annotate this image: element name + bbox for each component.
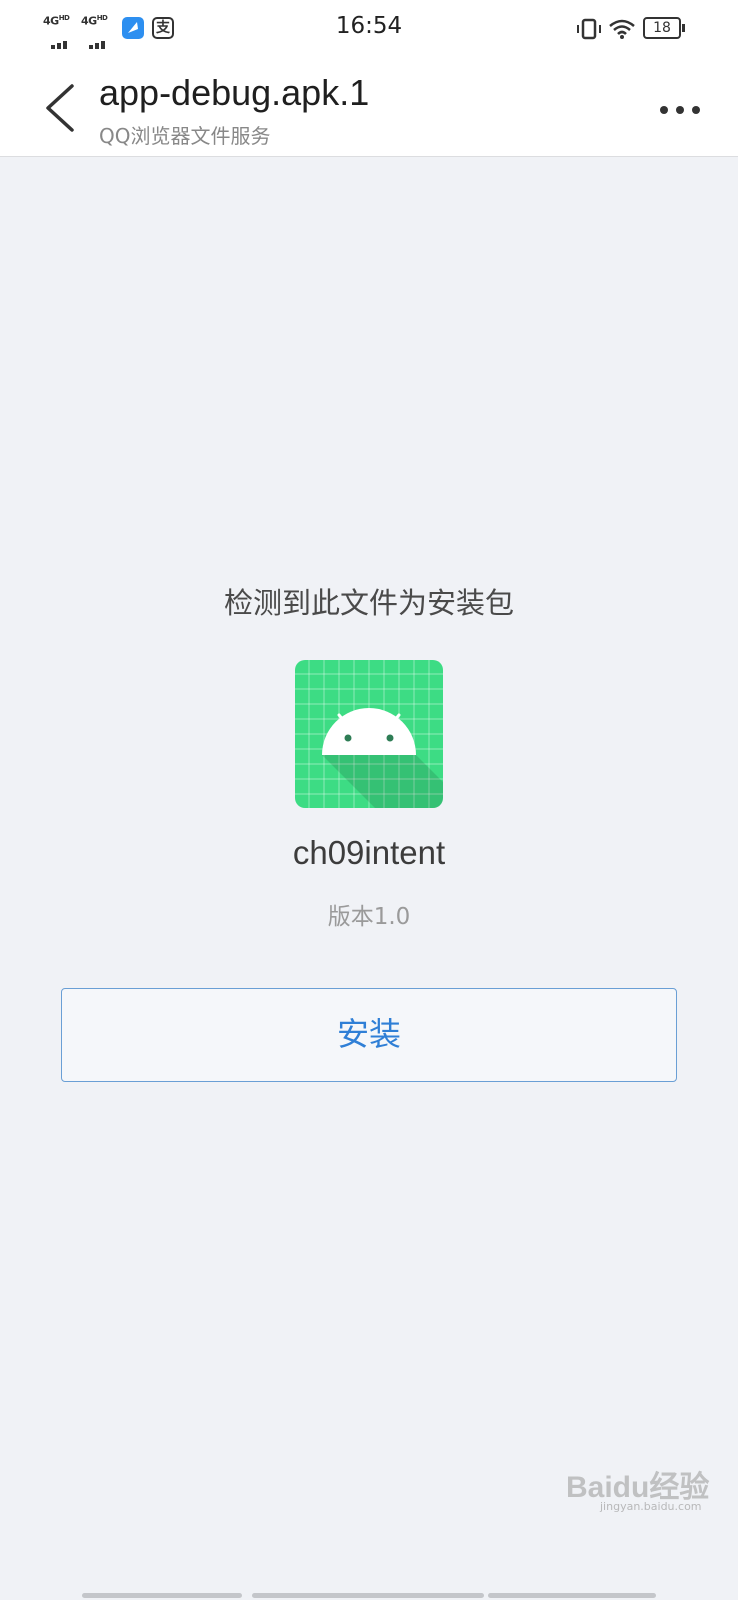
more-options-icon[interactable] xyxy=(656,92,704,128)
detect-message: 检测到此文件为安装包 xyxy=(223,586,514,620)
baidu-watermark-sub: jingyan.baidu.com xyxy=(600,1500,702,1513)
status-bar: 4GHD 4GHD 支 16:54 18 xyxy=(0,0,738,56)
install-button[interactable]: 安装 xyxy=(61,988,677,1082)
android-app-icon xyxy=(295,660,443,808)
app-version: 版本1.0 xyxy=(327,904,411,930)
battery-tip xyxy=(682,24,685,32)
page-subtitle: QQ浏览器文件服务 xyxy=(99,124,271,148)
battery-icon: 18 xyxy=(643,17,681,39)
wifi-icon xyxy=(609,19,635,39)
app-name: ch09intent xyxy=(292,834,446,871)
battery-level: 18 xyxy=(653,20,671,36)
top-app-bar: app-debug.apk.1 QQ浏览器文件服务 xyxy=(0,56,738,157)
back-arrow-icon[interactable] xyxy=(42,82,82,134)
vibrate-icon xyxy=(577,18,601,40)
page-title: app-debug.apk.1 xyxy=(99,72,370,113)
